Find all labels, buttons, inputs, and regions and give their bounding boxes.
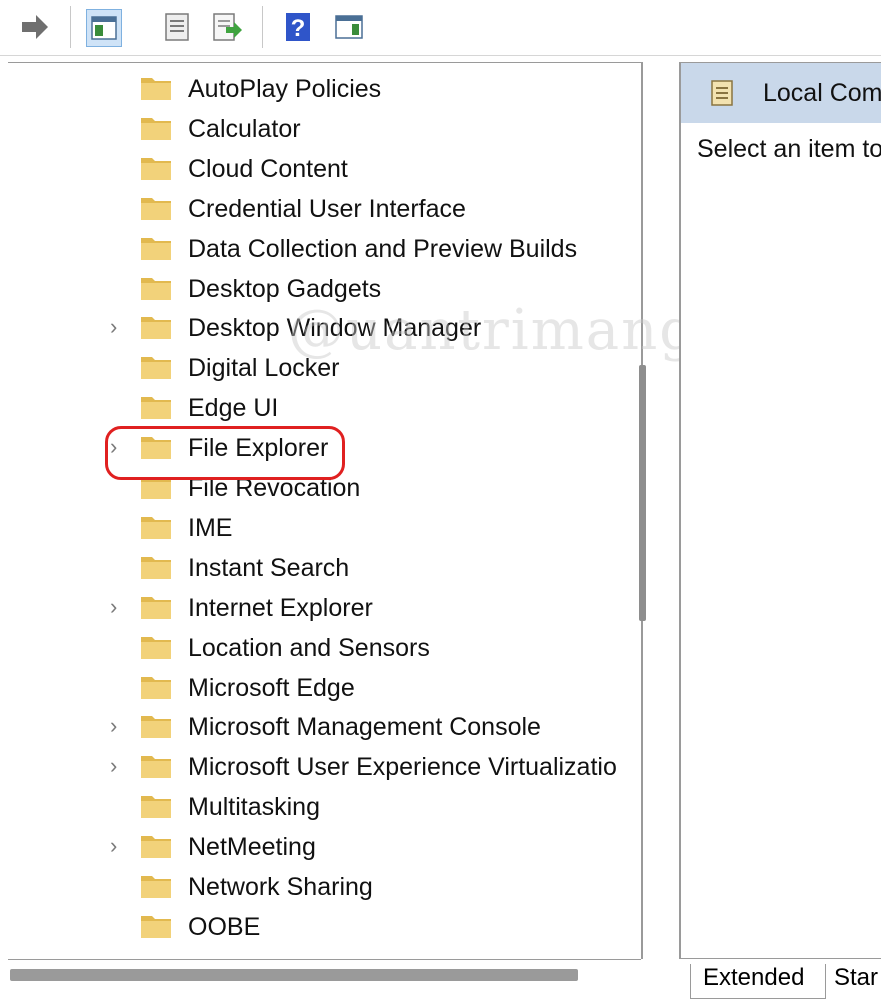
tree-item[interactable]: Instant Search: [8, 548, 641, 588]
show-hide-console-tree-icon[interactable]: [86, 9, 122, 47]
folder-icon: [141, 277, 171, 300]
tree-item-label: NetMeeting: [188, 833, 316, 862]
toolbar-separator: [70, 6, 71, 48]
tree-item-label: AutoPlay Policies: [188, 75, 382, 103]
tab-extended[interactable]: Extended: [690, 964, 826, 999]
folder-icon: [141, 516, 171, 539]
chevron-right-icon[interactable]: ›: [110, 833, 126, 859]
console-tree[interactable]: AutoPlay Policies Calculator Cloud Content…: [8, 62, 643, 959]
details-instruction: Select an item to: [697, 135, 881, 163]
tree-item[interactable]: › Microsoft Management Console: [8, 707, 641, 747]
folder-icon: [141, 716, 171, 739]
tree-item-label: Credential User Interface: [188, 194, 466, 223]
tree-item[interactable]: › Microsoft User Experience Virtualizatio: [8, 747, 641, 787]
folder-icon: [141, 117, 171, 140]
tree-item-label: Data Collection and Preview Builds: [188, 234, 578, 263]
forward-icon[interactable]: [18, 9, 52, 45]
tree-item[interactable]: Microsoft Edge: [8, 668, 641, 708]
tree-item-label: Cloud Content: [188, 154, 348, 183]
folder-icon: [141, 596, 171, 619]
tree-item-label: Calculator: [188, 114, 301, 143]
vertical-scrollbar-thumb[interactable]: [639, 365, 646, 621]
tree-item-label: Network Sharing: [188, 873, 373, 901]
folder-icon: [141, 636, 171, 659]
folder-icon: [141, 357, 171, 380]
tree-item[interactable]: Multitasking: [8, 787, 641, 827]
tab-standard[interactable]: Star: [820, 964, 881, 998]
export-list-icon[interactable]: [210, 9, 244, 45]
chevron-right-icon[interactable]: ›: [110, 594, 126, 620]
folder-icon: [141, 197, 171, 220]
properties-icon[interactable]: [160, 9, 194, 45]
tree-item-label: Internet Explorer: [188, 593, 373, 622]
tree-item[interactable]: Location and Sensors: [8, 628, 641, 668]
chevron-right-icon[interactable]: ›: [110, 713, 126, 739]
toolbar: ?: [0, 0, 881, 56]
tree-item[interactable]: AutoPlay Policies: [8, 69, 641, 109]
tree-item[interactable]: IME: [8, 508, 641, 548]
folder-icon: [141, 756, 171, 779]
tree-item[interactable]: Calculator: [8, 109, 641, 149]
tree-item[interactable]: OOBE: [8, 907, 641, 947]
folder-icon: [141, 237, 171, 260]
show-action-pane-icon[interactable]: [332, 9, 366, 45]
chevron-right-icon[interactable]: ›: [110, 753, 126, 779]
toolbar-separator: [262, 6, 263, 48]
folder-icon: [141, 157, 171, 180]
tree-item-label: Edge UI: [188, 394, 279, 423]
tree-item[interactable]: Edge UI: [8, 388, 641, 428]
tree-item-label: Location and Sensors: [188, 633, 430, 662]
watermark: @uantrimang: [288, 298, 698, 363]
tree-item-label: OOBE: [188, 912, 261, 941]
tree-item[interactable]: › NetMeeting: [8, 827, 641, 867]
tree-item[interactable]: Data Collection and Preview Builds: [8, 229, 641, 269]
tree-item-label: Microsoft User Experience Virtualizatio: [188, 753, 617, 782]
folder-icon: [141, 676, 171, 699]
tree-item-label: Instant Search: [188, 553, 350, 582]
folder-icon: [141, 876, 171, 898]
folder-icon: [141, 556, 171, 579]
policy-document-icon: [711, 80, 733, 106]
folder-icon: [141, 915, 171, 938]
tree-item[interactable]: › Internet Explorer: [8, 588, 641, 628]
tree-item[interactable]: Network Sharing: [8, 867, 641, 907]
tree-item[interactable]: Cloud Content: [8, 149, 641, 189]
folder-icon: [141, 836, 171, 859]
tree-item-label: IME: [188, 513, 233, 542]
folder-icon: [141, 317, 171, 340]
details-title: Local Com: [763, 79, 881, 107]
svg-text:?: ?: [291, 15, 306, 42]
tree-item-label: Microsoft Edge: [188, 673, 355, 702]
details-pane: Local Com Select an item to: [679, 62, 881, 959]
highlight-annotation: [105, 426, 345, 480]
help-icon[interactable]: ?: [282, 9, 316, 45]
tree-item[interactable]: Credential User Interface: [8, 189, 641, 229]
tree-item-label: Microsoft Management Console: [188, 713, 541, 742]
folder-icon: [141, 796, 171, 819]
chevron-right-icon[interactable]: ›: [110, 314, 126, 340]
horizontal-scrollbar-thumb[interactable]: [10, 969, 578, 981]
folder-icon: [141, 397, 171, 420]
details-header: Local Com: [681, 63, 881, 123]
tree-item-label: Multitasking: [188, 793, 320, 822]
folder-icon: [141, 78, 171, 100]
